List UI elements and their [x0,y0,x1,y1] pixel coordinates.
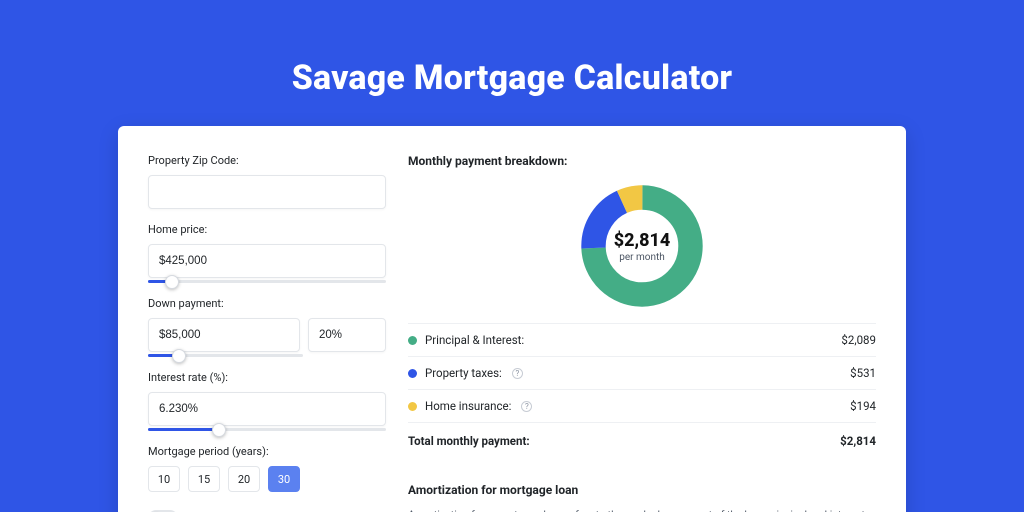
legend: Principal & Interest: $2,089 Property taxe… [408,322,876,457]
home-price-slider[interactable] [148,280,386,283]
home-price-slider-thumb[interactable] [165,275,179,289]
down-payment-label: Down payment: [148,297,386,310]
calculator-panel: Property Zip Code: Home price: Down paym… [118,126,906,512]
down-payment-pct-input[interactable] [308,318,386,352]
interest-slider[interactable] [148,428,386,431]
period-option-20[interactable]: 20 [228,466,260,492]
amortization-section: Amortization for mortgage loan Amortizat… [408,483,876,512]
page-title: Savage Mortgage Calculator [0,0,1024,126]
legend-label: Principal & Interest: [425,333,524,347]
amortization-body: Amortization for a mortgage loan refers … [408,507,876,512]
donut-center: $2,814 per month [578,182,706,310]
payment-donut-chart: $2,814 per month [578,182,706,310]
period-field-block: Mortgage period (years): 10 15 20 30 [148,445,386,492]
zip-label: Property Zip Code: [148,154,386,167]
zip-input[interactable] [148,175,386,209]
home-price-label: Home price: [148,223,386,236]
breakdown-title: Monthly payment breakdown: [408,154,876,168]
down-payment-input[interactable] [148,318,300,352]
amortization-title: Amortization for mortgage loan [408,483,876,497]
legend-total-row: Total monthly payment: $2,814 [408,423,876,457]
donut-sub: per month [619,252,665,263]
period-option-10[interactable]: 10 [148,466,180,492]
home-price-field-block: Home price: [148,223,386,283]
down-payment-slider[interactable] [148,354,303,357]
interest-label: Interest rate (%): [148,371,386,384]
legend-row: Property taxes:? $531 [408,357,876,390]
period-option-15[interactable]: 15 [188,466,220,492]
zip-field-block: Property Zip Code: [148,154,386,209]
home-price-input[interactable] [148,244,386,278]
legend-total-amount: $2,814 [840,434,876,448]
legend-amount: $194 [850,399,876,413]
period-options: 10 15 20 30 [148,466,386,492]
down-payment-slider-thumb[interactable] [172,349,186,363]
legend-label: Property taxes: [425,366,502,380]
donut-amount: $2,814 [614,230,671,251]
interest-field-block: Interest rate (%): [148,371,386,431]
legend-amount: $531 [850,366,876,380]
down-payment-field-block: Down payment: [148,297,386,357]
period-label: Mortgage period (years): [148,445,386,458]
legend-row: Home insurance:? $194 [408,390,876,423]
info-icon[interactable]: ? [512,368,523,379]
legend-dot-icon [408,402,417,411]
legend-amount: $2,089 [841,333,876,347]
breakdown-column: Monthly payment breakdown: $2,814 per mo… [408,154,876,512]
interest-input[interactable] [148,392,386,426]
period-option-30[interactable]: 30 [268,466,300,492]
donut-wrap: $2,814 per month [408,176,876,322]
info-icon[interactable]: ? [521,401,532,412]
legend-total-label: Total monthly payment: [408,434,530,448]
legend-row: Principal & Interest: $2,089 [408,323,876,357]
legend-label: Home insurance: [425,399,511,413]
input-column: Property Zip Code: Home price: Down paym… [148,154,386,512]
legend-dot-icon [408,369,417,378]
interest-slider-thumb[interactable] [212,423,226,437]
legend-dot-icon [408,336,417,345]
